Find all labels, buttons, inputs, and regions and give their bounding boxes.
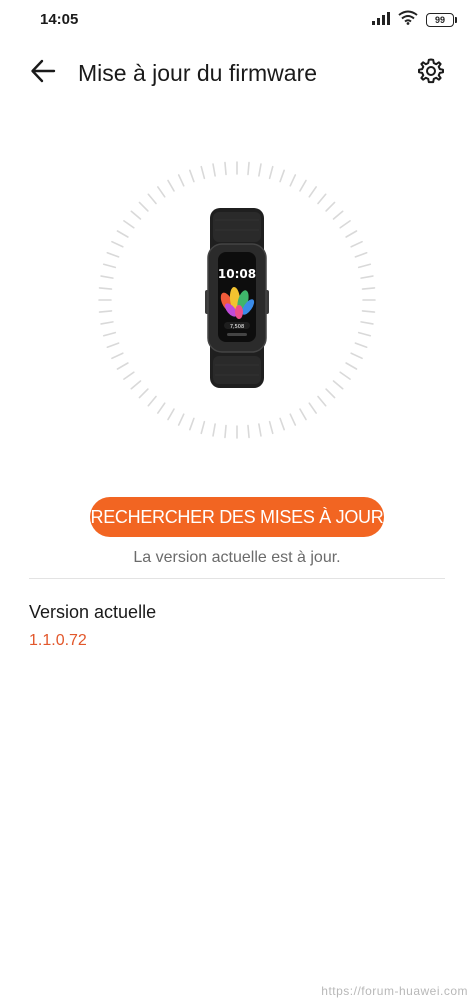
settings-button[interactable]: [414, 56, 448, 90]
gear-icon: [417, 57, 445, 90]
current-version-label: Version actuelle: [29, 602, 157, 622]
page-title: Mise à jour du firmware: [78, 60, 318, 86]
battery-level: 99: [434, 14, 445, 25]
check-updates-button[interactable]: RECHERCHER DES MISES À JOUR: [90, 497, 384, 537]
device-screen-time: 10:08: [218, 267, 256, 281]
status-bar: 14:05 99: [0, 0, 474, 40]
wifi-icon: [398, 10, 418, 30]
current-version-value: 1.1.0.72: [29, 632, 87, 649]
watermark: https://forum-huawei.com: [321, 984, 468, 998]
update-status-text: La version actuelle est à jour.: [133, 549, 341, 566]
status-time: 14:05: [40, 11, 79, 28]
signal-icon: [372, 11, 390, 30]
battery-icon: 99: [426, 13, 457, 27]
app-header: Mise à jour du firmware: [0, 50, 474, 96]
back-arrow-icon: [29, 57, 57, 90]
divider: [29, 578, 445, 579]
back-button[interactable]: [26, 56, 60, 90]
status-icons: 99: [372, 9, 457, 31]
device-illustration: 10:08 7,508: [97, 160, 377, 440]
smart-band-image: 10:08 7,508: [205, 208, 269, 388]
device-screen-badge: 7,508: [230, 324, 244, 330]
